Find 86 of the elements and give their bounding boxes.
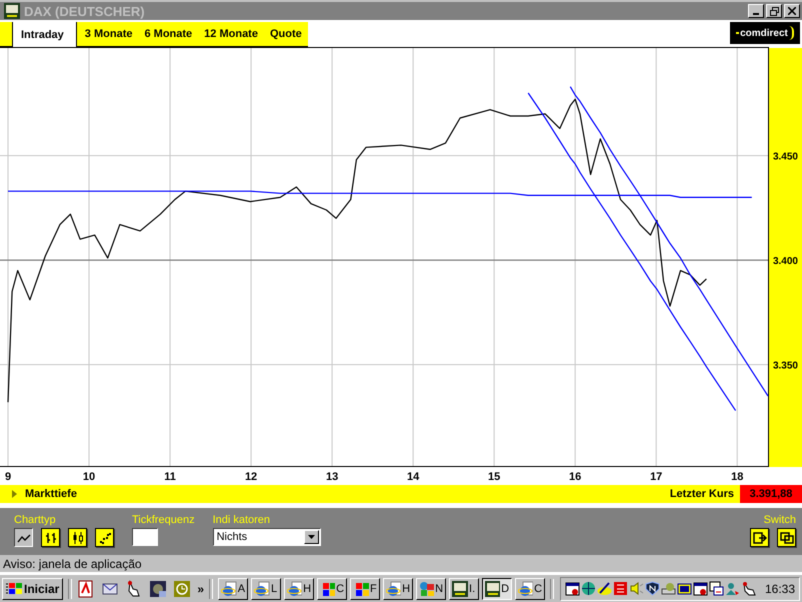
axis-label: 9: [4, 471, 12, 483]
taskbar-button[interactable]: N: [416, 578, 446, 600]
restore-button[interactable]: [766, 4, 782, 18]
drive-icon[interactable]: [660, 581, 676, 596]
app-icon: [452, 580, 468, 596]
start-button[interactable]: Iniciar: [2, 578, 64, 600]
speaker-icon[interactable]: [628, 581, 644, 596]
chart-type-button[interactable]: [41, 528, 60, 547]
tab[interactable]: 6 Monate: [138, 22, 198, 47]
close-icon: [788, 7, 796, 15]
close-button[interactable]: [784, 4, 800, 18]
input-field[interactable]: [132, 528, 158, 546]
axis-label: 14: [407, 471, 420, 483]
axis-label: 12: [244, 471, 258, 483]
taskbar-button[interactable]: H: [284, 578, 314, 600]
document-icon[interactable]: [77, 580, 96, 598]
calendar2-icon[interactable]: [692, 581, 708, 596]
clock: 16:33: [764, 582, 795, 596]
window-title: DAX (DEUTSCHER): [24, 4, 145, 18]
axis-label: 13: [326, 471, 338, 483]
app-icon: [485, 580, 500, 596]
tab[interactable]: 3 Monate: [76, 22, 138, 47]
minimize-button[interactable]: [748, 4, 764, 18]
chart-type-button[interactable]: [68, 528, 87, 547]
brand-logo: comdirect: [730, 22, 800, 44]
export-icon: [752, 532, 766, 544]
pen-icon[interactable]: [596, 581, 612, 596]
app-icon: [4, 3, 20, 19]
restore-icon: [770, 6, 778, 16]
windows-icon: [780, 532, 794, 544]
taskbar-button[interactable]: D: [482, 578, 512, 600]
taskbar-button[interactable]: F: [350, 578, 380, 600]
status-bar: Aviso: janela de aplicação: [0, 555, 802, 573]
calendar-icon[interactable]: [564, 581, 580, 596]
control-label: Switch: [764, 514, 796, 526]
windows-flag-icon: [6, 582, 22, 596]
tab[interactable]: Quote: [264, 22, 308, 47]
taskbar-button[interactable]: C: [317, 578, 348, 600]
indicator-dropdown[interactable]: Nichts: [212, 528, 321, 546]
taskbar-button[interactable]: I.: [449, 578, 480, 600]
browser-icon: [221, 580, 237, 596]
taskbar-button[interactable]: C: [515, 578, 546, 600]
windows-flag-icon: [320, 580, 336, 596]
taskbar-button[interactable]: L: [251, 578, 282, 600]
axis-label: 11: [164, 471, 176, 483]
browser-icon: [518, 580, 534, 596]
folder-icon[interactable]: [676, 581, 692, 596]
expand-icon: [12, 490, 17, 498]
shield-icon[interactable]: [644, 581, 660, 596]
axis-label: 15: [488, 471, 500, 483]
axis-label: 3.400: [772, 256, 798, 268]
browser-icon: [254, 580, 270, 596]
globe-icon[interactable]: [580, 581, 596, 596]
switch-button[interactable]: [750, 528, 769, 547]
dropdown-icon: [308, 535, 315, 539]
browser-icon: [287, 580, 302, 596]
control-label: Tickfrequenz: [132, 514, 195, 526]
axis-label: 17: [650, 471, 662, 483]
hand-icon[interactable]: [740, 581, 756, 596]
taskbar-button[interactable]: H: [383, 578, 414, 600]
control-label: Charttyp: [14, 514, 57, 526]
windows-flag-icon: [353, 580, 370, 596]
axis-label: 18: [731, 471, 744, 483]
clock-icon[interactable]: [173, 580, 192, 598]
puzzle-icon: [419, 580, 434, 596]
candlestick-icon: [70, 532, 84, 544]
control-label: Indi katoren: [212, 514, 272, 526]
axis-label: 16: [569, 471, 582, 483]
photo-icon[interactable]: [149, 580, 168, 598]
last-price-label: Letzter Kurs: [670, 488, 735, 500]
axis-label: 10: [82, 471, 96, 483]
line-chart-icon: [16, 532, 30, 544]
axis-label: 3.450: [772, 152, 798, 163]
tab[interactable]: 12 Monate: [198, 22, 264, 47]
axis-label: 3.350: [772, 360, 798, 372]
window-icon[interactable]: [708, 581, 724, 596]
switch-button[interactable]: [777, 528, 796, 547]
market-depth-toggle[interactable]: Markttiefe: [0, 488, 77, 500]
dot-chart-icon: [98, 532, 112, 544]
taskbar-button[interactable]: A: [218, 578, 248, 600]
last-price: 3.391,88: [740, 485, 802, 503]
chart-type-button[interactable]: [95, 528, 114, 547]
more-button[interactable]: »: [197, 582, 204, 596]
bar-chart-icon: [44, 532, 58, 544]
browser-icon: [386, 580, 402, 596]
chart-type-button[interactable]: [14, 528, 33, 547]
